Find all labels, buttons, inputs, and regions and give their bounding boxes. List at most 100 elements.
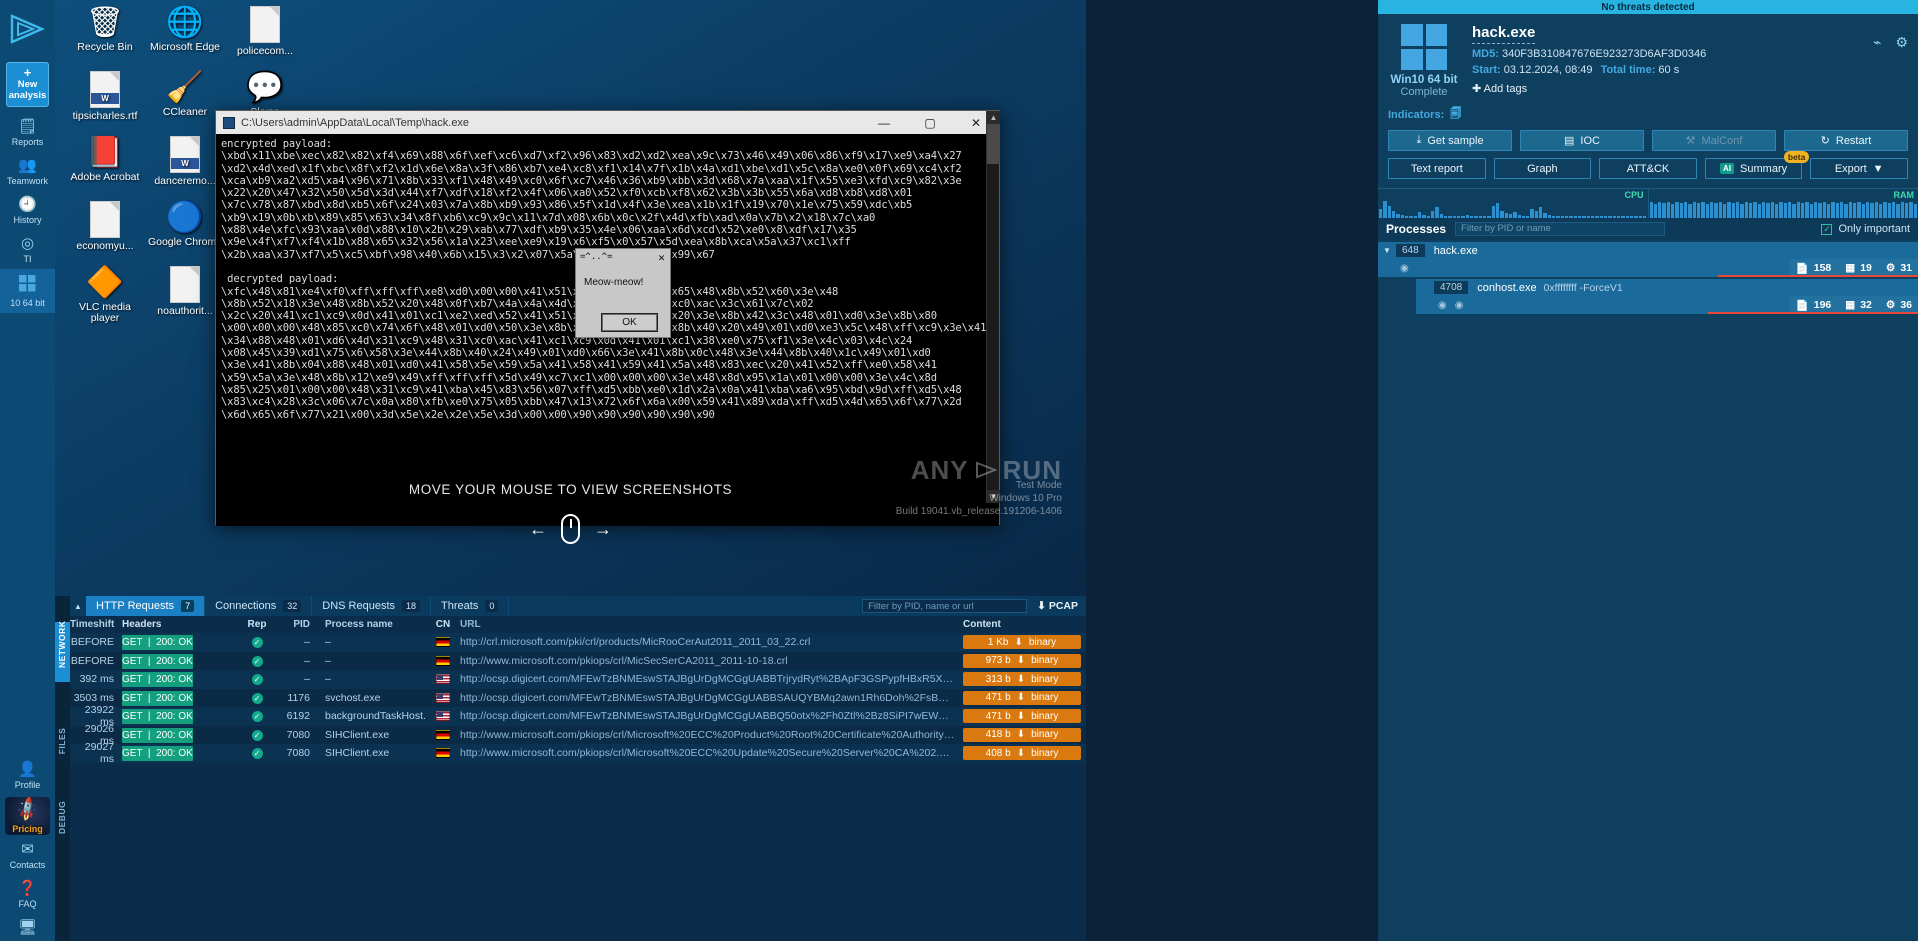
text-report-button[interactable]: Text report bbox=[1388, 158, 1486, 179]
content-badge[interactable]: 471 b ⬇ binary bbox=[963, 690, 1081, 705]
content-badge[interactable]: 408 b ⬇ binary bbox=[963, 746, 1081, 761]
pcap-download-button[interactable]: ⬇ PCAP bbox=[1037, 600, 1078, 612]
rail-network[interactable]: NETWORK bbox=[57, 621, 67, 668]
content-badge[interactable]: 313 b ⬇ binary bbox=[963, 672, 1081, 687]
copy-icon[interactable]: 🗐 bbox=[1450, 105, 1461, 124]
terminal-scrollbar[interactable]: ▲ ▼ bbox=[986, 111, 1000, 503]
ram-graph[interactable]: RAM bbox=[1647, 188, 1918, 218]
graph-bar bbox=[1513, 211, 1517, 218]
sidebar-item-reports[interactable]: 🗒 Reports bbox=[0, 113, 55, 152]
process-filter-input[interactable]: Filter by PID or name bbox=[1455, 222, 1666, 236]
tab-http-requests[interactable]: HTTP Requests 7 bbox=[86, 596, 206, 616]
desktop-icon[interactable]: 🔶 VLC media player bbox=[65, 266, 145, 324]
sidebar-item-faq[interactable]: ❓ FAQ bbox=[0, 875, 55, 914]
sidebar-item-vm[interactable]: 10 64 bit bbox=[0, 269, 55, 313]
table-row[interactable]: BEFORE GET | 200: OK ✓ – – http://www.microso… bbox=[70, 651, 1086, 670]
scroll-up-icon[interactable]: ▲ bbox=[987, 111, 1000, 124]
process-name[interactable]: conhost.exe bbox=[1468, 282, 1536, 294]
table-row[interactable]: 3503 ms GET | 200: OK ✓ 1176 svchost.exe http… bbox=[70, 688, 1086, 707]
md5-value[interactable]: 340F3B310847676E923273D6AF3D0346 bbox=[1502, 48, 1706, 60]
cell-url[interactable]: http://ocsp.digicert.com/MFEwTzBNMEswSTA… bbox=[460, 673, 963, 685]
sidebar-item-contacts[interactable]: ✉ Contacts bbox=[0, 836, 55, 875]
cell-url[interactable]: http://www.microsoft.com/pkiops/crl/Micr… bbox=[460, 747, 963, 759]
table-row[interactable]: 29026 ms GET | 200: OK ✓ 7080 SIHClient.exe h… bbox=[70, 723, 1086, 747]
export-button[interactable]: Export ▼ bbox=[1810, 158, 1908, 179]
maximize-button[interactable]: ▢ bbox=[907, 111, 953, 134]
minimize-button[interactable]: — bbox=[861, 111, 907, 134]
cell-url[interactable]: http://ocsp.digicert.com/MFEwTzBNMEswSTA… bbox=[460, 710, 963, 722]
graph-bar bbox=[1469, 215, 1474, 218]
get-sample-button[interactable]: ⤓ Get sample bbox=[1388, 130, 1512, 151]
desktop-icon[interactable]: economyu... bbox=[65, 201, 145, 252]
share-icon[interactable]: ⌁ bbox=[1873, 34, 1881, 51]
terminal-titlebar[interactable]: C:\Users\admin\AppData\Local\Temp\hack.e… bbox=[216, 111, 999, 134]
graph-bar bbox=[1383, 201, 1387, 218]
tab-dns-requests[interactable]: DNS Requests 18 bbox=[312, 596, 432, 616]
graph-bar bbox=[1521, 215, 1526, 218]
meow-dialog[interactable]: =^..^= ✕ Meow-meow! OK bbox=[575, 248, 671, 338]
cell-url[interactable]: http://ocsp.digicert.com/MFEwTzBNMEswSTA… bbox=[460, 692, 963, 704]
scroll-thumb[interactable] bbox=[987, 124, 1000, 164]
graph-bar bbox=[1569, 215, 1573, 218]
add-tags-button[interactable]: ✚ Add tags bbox=[1472, 82, 1706, 95]
cell-process-name: svchost.exe bbox=[325, 691, 381, 704]
sidebar-item-history[interactable]: 🕘 History bbox=[0, 191, 55, 230]
attack-button[interactable]: ATT&CK bbox=[1599, 158, 1697, 179]
cell-process-name: backgroundTaskHost... bbox=[325, 710, 426, 723]
method-badge: GET | 200: OK bbox=[122, 746, 193, 762]
content-badge[interactable]: 418 b ⬇ binary bbox=[963, 727, 1081, 742]
dialog-close-icon[interactable]: ✕ bbox=[655, 251, 668, 264]
desktop-icon[interactable]: 🧹 CCleaner bbox=[145, 71, 225, 118]
dialog-ok-button[interactable]: OK bbox=[601, 313, 658, 332]
sidebar-item-teamwork[interactable]: 👥 Teamwork bbox=[0, 152, 55, 191]
prev-screenshot-button[interactable]: ← bbox=[529, 519, 547, 540]
file-name[interactable]: hack.exe bbox=[1472, 24, 1536, 44]
network-table-header: Timeshift Headers Rep PID Process name C… bbox=[70, 616, 1086, 633]
ioc-button[interactable]: ▤ IOC bbox=[1520, 130, 1644, 151]
collapse-panel-button[interactable]: ▲ bbox=[70, 596, 86, 616]
desktop-icon[interactable]: 📕 Adobe Acrobat bbox=[65, 136, 145, 183]
process-row[interactable]: 4708 conhost.exe 0xffffffff -ForceV1 ◉ ◉ 📄 196… bbox=[1416, 279, 1918, 314]
only-important-toggle[interactable]: ✓ Only important bbox=[1821, 223, 1910, 235]
tab-connections[interactable]: Connections 32 bbox=[205, 596, 313, 616]
graph-bar bbox=[1539, 207, 1543, 218]
summary-button[interactable]: AI Summary beta bbox=[1704, 151, 1810, 179]
desktop-icon[interactable]: Wdanceremo... bbox=[145, 136, 225, 187]
vm-screen[interactable]: 🗑 Recycle Bin 🌐 Microsoft Edge policecom... W… bbox=[55, 0, 1086, 596]
cell-url[interactable]: http://crl.microsoft.com/pki/crl/product… bbox=[460, 636, 963, 648]
network-filter-input[interactable]: Filter by PID, name or url bbox=[862, 599, 1028, 613]
table-row[interactable]: 23922 ms GET | 200: OK ✓ 6192 backgroundTask… bbox=[70, 704, 1086, 728]
content-badge[interactable]: 1 Kb ⬇ binary bbox=[963, 635, 1081, 650]
sidebar-item-pricing[interactable]: 🚀 Pricing bbox=[5, 797, 50, 835]
content-badge[interactable]: 973 b ⬇ binary bbox=[963, 653, 1081, 668]
table-row[interactable]: 29027 ms GET | 200: OK ✓ 7080 SIHClient.exe h… bbox=[70, 741, 1086, 765]
content-badge[interactable]: 471 b ⬇ binary bbox=[963, 709, 1081, 724]
process-name[interactable]: hack.exe bbox=[1425, 245, 1478, 257]
graph-button[interactable]: Graph bbox=[1493, 158, 1592, 179]
restart-button[interactable]: ↻ Restart bbox=[1784, 130, 1908, 151]
process-row[interactable]: ▼ 648 hack.exe ◉ 📄 158 ▦ 19 ⚙ 31 bbox=[1378, 242, 1918, 277]
desktop-icon[interactable]: Wtipsicharles.rtf bbox=[65, 71, 145, 122]
rail-debug[interactable]: DEBUG bbox=[57, 801, 67, 834]
desktop-icon[interactable]: 🌐 Microsoft Edge bbox=[145, 6, 225, 53]
gear-icon[interactable]: ⚙ bbox=[1895, 34, 1908, 51]
tab-threats[interactable]: Threats 0 bbox=[431, 596, 510, 616]
expand-caret-icon[interactable]: ▼ bbox=[1378, 246, 1396, 255]
desktop-icon[interactable]: 🔵 Google Chrome bbox=[145, 201, 225, 248]
cell-url[interactable]: http://www.microsoft.com/pkiops/crl/Micr… bbox=[460, 729, 963, 741]
new-analysis-button[interactable]: + New analysis bbox=[6, 62, 49, 107]
rail-files[interactable]: FILES bbox=[57, 726, 67, 756]
table-row[interactable]: 392 ms GET | 200: OK ✓ – – http://ocsp.digice… bbox=[70, 670, 1086, 689]
desktop-icon[interactable]: policecom... bbox=[225, 6, 305, 57]
next-screenshot-button[interactable]: → bbox=[594, 519, 612, 540]
sidebar-item-ti[interactable]: ◎ TI bbox=[0, 230, 55, 269]
sidebar-item-extra[interactable]: 🖥 bbox=[0, 914, 55, 941]
sidebar-item-profile[interactable]: 👤 Profile bbox=[0, 756, 55, 795]
cell-content: 471 b ⬇ binary bbox=[963, 690, 1086, 705]
desktop-icon[interactable]: noauthorit... bbox=[145, 266, 225, 317]
cell-url[interactable]: http://www.microsoft.com/pkiops/crl/MicS… bbox=[460, 655, 963, 667]
table-row[interactable]: BEFORE GET | 200: OK ✓ – – http://crl.microso… bbox=[70, 633, 1086, 652]
anyrun-logo-icon[interactable] bbox=[0, 0, 55, 58]
desktop-icon[interactable]: 🗑 Recycle Bin bbox=[65, 6, 145, 53]
cpu-graph[interactable]: CPU bbox=[1378, 188, 1648, 218]
